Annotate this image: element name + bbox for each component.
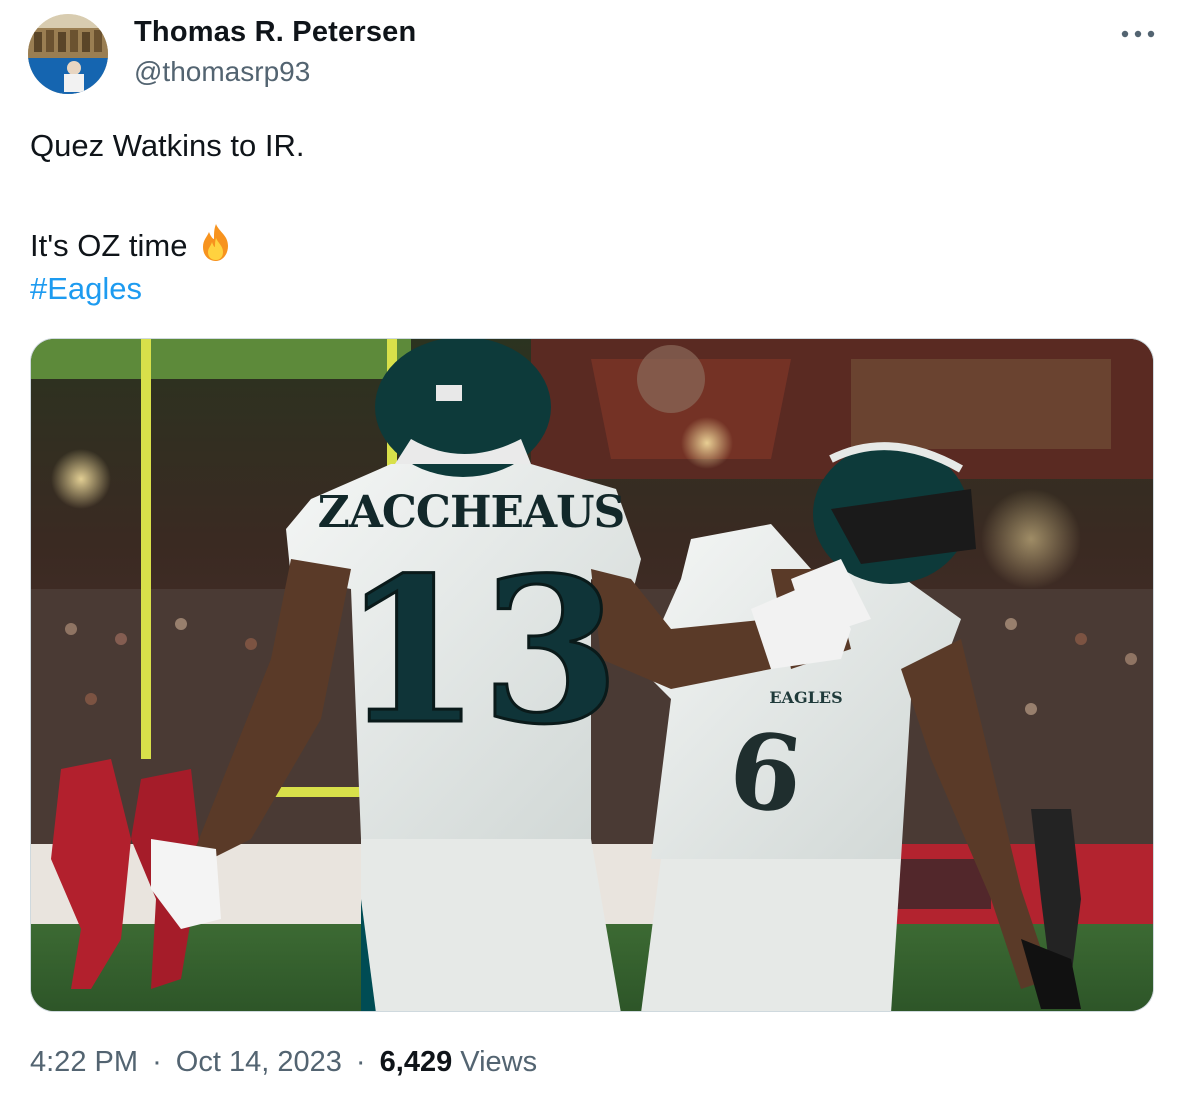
hashtag-link[interactable]: #Eagles [30, 270, 142, 307]
more-options-icon[interactable] [1118, 22, 1158, 46]
tweet-text-line2-label: It's OZ time [30, 228, 188, 263]
meta-separator: · [152, 1046, 162, 1078]
views-count[interactable]: 6,429 [380, 1046, 453, 1078]
tweet-meta: 4:22 PM · Oct 14, 2023 · 6,429 Views [30, 1046, 537, 1079]
display-name[interactable]: Thomas R. Petersen [134, 16, 416, 49]
tweet-text-line1: Quez Watkins to IR. [30, 128, 305, 163]
tweet-text-line2: It's OZ time [30, 222, 237, 264]
tweet-photo[interactable]: EAGLES 6 ZACCHEAUS 13 [30, 338, 1154, 1012]
tweet-date[interactable]: Oct 14, 2023 [176, 1046, 342, 1078]
tweet-time[interactable]: 4:22 PM [30, 1046, 138, 1078]
player-thirteen-name: ZACCHEAUS [318, 487, 625, 538]
player-six-number: 6 [723, 708, 808, 838]
fire-emoji-icon [195, 222, 237, 264]
handle[interactable]: @thomasrp93 [134, 56, 310, 88]
player-six-wordmark: EAGLES [769, 688, 842, 707]
meta-separator: · [355, 1046, 366, 1078]
player-thirteen-number: 13 [342, 534, 620, 769]
avatar[interactable] [28, 14, 108, 94]
views-label[interactable]: Views [460, 1046, 537, 1078]
tweet-card: Thomas R. Petersen @thomasrp93 Quez Watk… [0, 0, 1200, 1116]
